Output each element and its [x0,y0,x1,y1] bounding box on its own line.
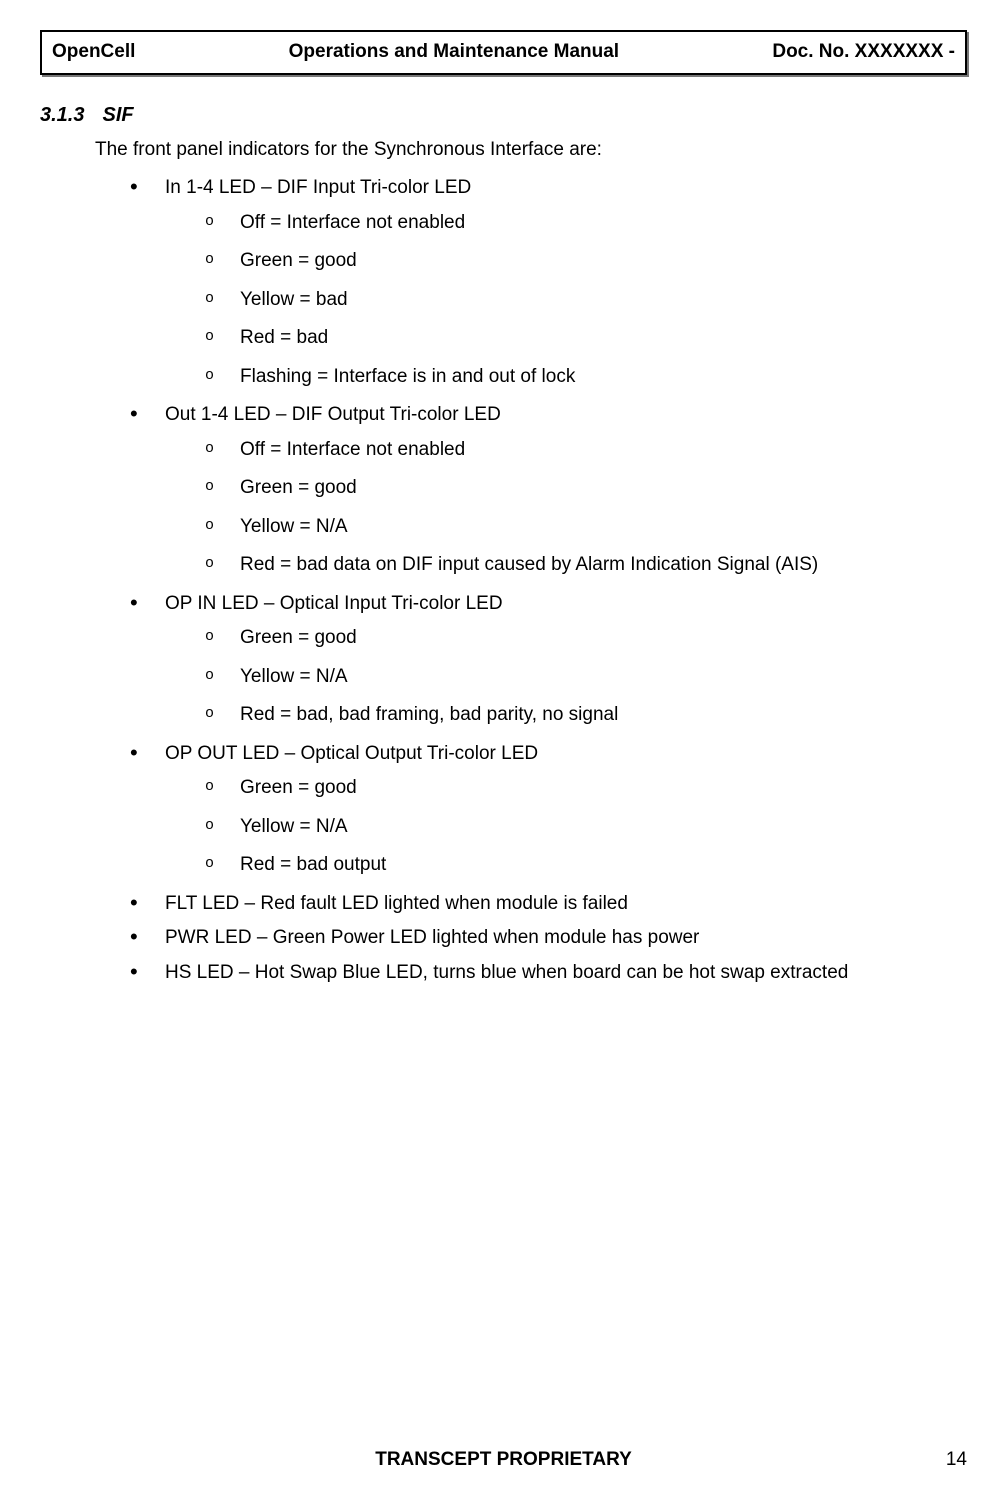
list-item: Yellow = N/A [205,513,967,542]
list-item: Yellow = N/A [205,813,967,842]
section-intro: The front panel indicators for the Synch… [95,136,967,165]
section-title: SIF [102,104,133,126]
list-item: Red = bad [205,324,967,353]
bullet-list-level2: Green = good Yellow = N/A Red = bad outp… [205,774,967,880]
list-item: Yellow = N/A [205,663,967,692]
list-item: OP IN LED – Optical Input Tri-color LED … [130,590,967,730]
list-item-text: OP IN LED – Optical Input Tri-color LED [165,593,503,614]
list-item-text: Out 1-4 LED – DIF Output Tri-color LED [165,404,501,425]
list-item: Green = good [205,474,967,503]
list-item: Green = good [205,247,967,276]
list-item: Off = Interface not enabled [205,209,967,238]
list-item: Yellow = bad [205,286,967,315]
list-item: Green = good [205,624,967,653]
bullet-list-level2: Green = good Yellow = N/A Red = bad, bad… [205,624,967,730]
header-right: Doc. No. XXXXXXX - [772,38,955,67]
list-item-text: OP OUT LED – Optical Output Tri-color LE… [165,743,538,764]
bullet-list-level2: Off = Interface not enabled Green = good… [205,436,967,580]
list-item: Out 1-4 LED – DIF Output Tri-color LED O… [130,401,967,580]
bullet-list-level2: Off = Interface not enabled Green = good… [205,209,967,392]
footer-center: TRANSCEPT PROPRIETARY [375,1446,632,1475]
bullet-list-level1: In 1-4 LED – DIF Input Tri-color LED Off… [130,174,967,987]
section-heading: 3.1.3 SIF [40,100,967,130]
list-item: Red = bad output [205,851,967,880]
header-left: OpenCell [52,38,135,67]
list-item: OP OUT LED – Optical Output Tri-color LE… [130,740,967,880]
list-item: Red = bad data on DIF input caused by Al… [205,551,967,580]
list-item-text: In 1-4 LED – DIF Input Tri-color LED [165,177,471,198]
list-item: Flashing = Interface is in and out of lo… [205,363,967,392]
page-footer: TRANSCEPT PROPRIETARY 14 [40,1446,967,1475]
list-item: PWR LED – Green Power LED lighted when m… [130,924,967,953]
list-item: FLT LED – Red fault LED lighted when mod… [130,890,967,919]
list-item: HS LED – Hot Swap Blue LED, turns blue w… [130,959,967,988]
list-item: Red = bad, bad framing, bad parity, no s… [205,701,967,730]
list-item: Off = Interface not enabled [205,436,967,465]
page-number: 14 [946,1446,967,1475]
header-center: Operations and Maintenance Manual [135,38,772,67]
page-header: OpenCell Operations and Maintenance Manu… [40,30,967,75]
document-page: OpenCell Operations and Maintenance Manu… [0,0,1007,1509]
list-item: Green = good [205,774,967,803]
list-item: In 1-4 LED – DIF Input Tri-color LED Off… [130,174,967,391]
section-number: 3.1.3 [40,104,84,126]
